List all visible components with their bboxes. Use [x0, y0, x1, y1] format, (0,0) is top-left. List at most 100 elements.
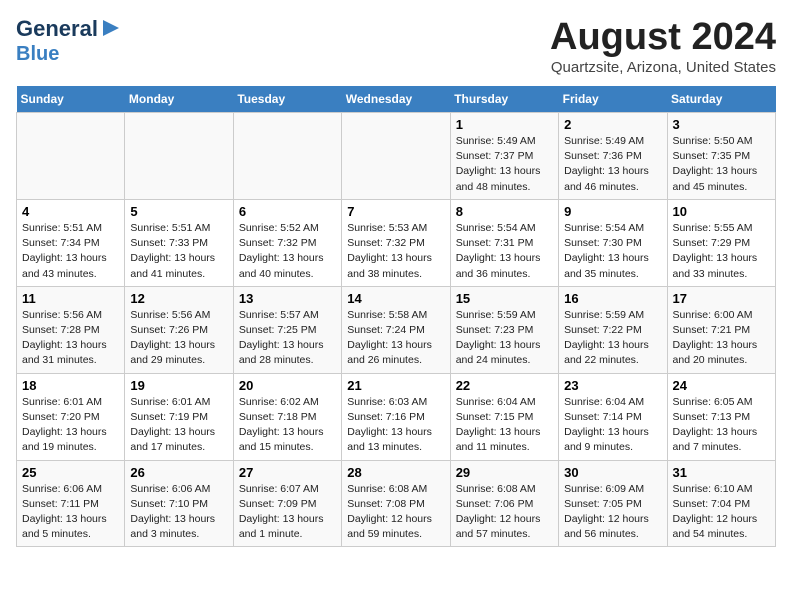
day-info: Sunrise: 5:58 AM Sunset: 7:24 PM Dayligh… — [347, 308, 444, 369]
day-number: 27 — [239, 465, 336, 480]
calendar-day-cell: 23Sunrise: 6:04 AM Sunset: 7:14 PM Dayli… — [559, 373, 667, 460]
calendar-table: SundayMondayTuesdayWednesdayThursdayFrid… — [16, 86, 776, 547]
day-number: 8 — [456, 204, 553, 219]
day-info: Sunrise: 5:56 AM Sunset: 7:26 PM Dayligh… — [130, 308, 227, 369]
day-info: Sunrise: 6:03 AM Sunset: 7:16 PM Dayligh… — [347, 395, 444, 456]
day-info: Sunrise: 6:04 AM Sunset: 7:15 PM Dayligh… — [456, 395, 553, 456]
calendar-day-cell: 1 Sunrise: 5:49 AM Sunset: 7:37 PM Daylig… — [450, 113, 558, 200]
logo-line1: General — [16, 17, 98, 41]
calendar-day-cell: 26Sunrise: 6:06 AM Sunset: 7:10 PM Dayli… — [125, 460, 233, 547]
calendar-week-row: 1 Sunrise: 5:49 AM Sunset: 7:37 PM Daylig… — [17, 113, 776, 200]
calendar-day-cell — [233, 113, 341, 200]
day-info: Sunrise: 6:08 AM Sunset: 7:06 PM Dayligh… — [456, 482, 553, 543]
calendar-week-row: 25 Sunrise: 6:06 AM Sunset: 7:11 PM Dayli… — [17, 460, 776, 547]
day-number: 30 — [564, 465, 661, 480]
calendar-day-cell: 28 Sunrise: 6:08 AM Sunset: 7:08 PM Dayli… — [342, 460, 450, 547]
day-info: Sunrise: 5:51 AM Sunset: 7:34 PM Dayligh… — [22, 221, 119, 282]
day-number: 25 — [22, 465, 119, 480]
calendar-day-cell: 10 Sunrise: 5:55 AM Sunset: 7:29 PM Dayli… — [667, 199, 775, 286]
calendar-day-cell: 20 Sunrise: 6:02 AM Sunset: 7:18 PM Dayli… — [233, 373, 341, 460]
day-info: Sunrise: 6:07 AM Sunset: 7:09 PM Dayligh… — [239, 482, 336, 543]
calendar-day-cell: 12 Sunrise: 5:56 AM Sunset: 7:26 PM Dayli… — [125, 286, 233, 373]
calendar-day-cell: 6Sunrise: 5:52 AM Sunset: 7:32 PM Daylig… — [233, 199, 341, 286]
day-number: 19 — [130, 378, 227, 393]
calendar-day-cell: 4 Sunrise: 5:51 AM Sunset: 7:34 PM Daylig… — [17, 199, 125, 286]
day-info: Sunrise: 6:08 AM Sunset: 7:08 PM Dayligh… — [347, 482, 444, 543]
calendar-day-cell: 11 Sunrise: 5:56 AM Sunset: 7:28 PM Dayli… — [17, 286, 125, 373]
logo: General Blue — [16, 16, 121, 65]
day-info: Sunrise: 5:50 AM Sunset: 7:35 PM Dayligh… — [673, 134, 770, 195]
day-number: 1 — [456, 117, 553, 132]
weekday-header: Sunday — [17, 86, 125, 113]
day-info: Sunrise: 5:51 AM Sunset: 7:33 PM Dayligh… — [130, 221, 227, 282]
day-number: 10 — [673, 204, 770, 219]
weekday-header: Monday — [125, 86, 233, 113]
day-info: Sunrise: 5:49 AM Sunset: 7:37 PM Dayligh… — [456, 134, 553, 195]
calendar-day-cell — [342, 113, 450, 200]
day-number: 20 — [239, 378, 336, 393]
calendar-day-cell: 29Sunrise: 6:08 AM Sunset: 7:06 PM Dayli… — [450, 460, 558, 547]
day-number: 17 — [673, 291, 770, 306]
calendar-day-cell: 8 Sunrise: 5:54 AM Sunset: 7:31 PM Daylig… — [450, 199, 558, 286]
day-number: 4 — [22, 204, 119, 219]
calendar-day-cell — [125, 113, 233, 200]
calendar-day-cell: 25 Sunrise: 6:06 AM Sunset: 7:11 PM Dayli… — [17, 460, 125, 547]
calendar-day-cell: 14 Sunrise: 5:58 AM Sunset: 7:24 PM Dayli… — [342, 286, 450, 373]
day-info: Sunrise: 5:55 AM Sunset: 7:29 PM Dayligh… — [673, 221, 770, 282]
calendar-week-row: 4 Sunrise: 5:51 AM Sunset: 7:34 PM Daylig… — [17, 199, 776, 286]
day-number: 6 — [239, 204, 336, 219]
day-info: Sunrise: 6:00 AM Sunset: 7:21 PM Dayligh… — [673, 308, 770, 369]
calendar-day-cell: 19 Sunrise: 6:01 AM Sunset: 7:19 PM Dayli… — [125, 373, 233, 460]
day-info: Sunrise: 6:02 AM Sunset: 7:18 PM Dayligh… — [239, 395, 336, 456]
day-number: 23 — [564, 378, 661, 393]
day-number: 14 — [347, 291, 444, 306]
day-info: Sunrise: 5:59 AM Sunset: 7:23 PM Dayligh… — [456, 308, 553, 369]
calendar-header: SundayMondayTuesdayWednesdayThursdayFrid… — [17, 86, 776, 113]
calendar-day-cell: 31Sunrise: 6:10 AM Sunset: 7:04 PM Dayli… — [667, 460, 775, 547]
calendar-day-cell: 30Sunrise: 6:09 AM Sunset: 7:05 PM Dayli… — [559, 460, 667, 547]
logo-line2: Blue — [16, 43, 59, 65]
calendar-day-cell: 9Sunrise: 5:54 AM Sunset: 7:30 PM Daylig… — [559, 199, 667, 286]
day-info: Sunrise: 6:06 AM Sunset: 7:11 PM Dayligh… — [22, 482, 119, 543]
day-info: Sunrise: 6:01 AM Sunset: 7:20 PM Dayligh… — [22, 395, 119, 456]
page-subtitle: Quartzsite, Arizona, United States — [550, 59, 776, 76]
day-number: 15 — [456, 291, 553, 306]
weekday-header: Thursday — [450, 86, 558, 113]
calendar-day-cell: 24Sunrise: 6:05 AM Sunset: 7:13 PM Dayli… — [667, 373, 775, 460]
calendar-day-cell — [17, 113, 125, 200]
calendar-day-cell: 21 Sunrise: 6:03 AM Sunset: 7:16 PM Dayli… — [342, 373, 450, 460]
day-number: 28 — [347, 465, 444, 480]
calendar-day-cell: 22 Sunrise: 6:04 AM Sunset: 7:15 PM Dayli… — [450, 373, 558, 460]
day-number: 3 — [673, 117, 770, 132]
day-number: 26 — [130, 465, 227, 480]
day-info: Sunrise: 5:49 AM Sunset: 7:36 PM Dayligh… — [564, 134, 661, 195]
day-info: Sunrise: 5:54 AM Sunset: 7:31 PM Dayligh… — [456, 221, 553, 282]
calendar-day-cell: 7 Sunrise: 5:53 AM Sunset: 7:32 PM Daylig… — [342, 199, 450, 286]
title-section: August 2024 Quartzsite, Arizona, United … — [550, 16, 776, 76]
day-number: 21 — [347, 378, 444, 393]
weekday-header: Wednesday — [342, 86, 450, 113]
day-number: 16 — [564, 291, 661, 306]
day-number: 11 — [22, 291, 119, 306]
logo-arrow-icon — [101, 18, 121, 38]
day-number: 12 — [130, 291, 227, 306]
day-info: Sunrise: 5:59 AM Sunset: 7:22 PM Dayligh… — [564, 308, 661, 369]
calendar-day-cell: 5Sunrise: 5:51 AM Sunset: 7:33 PM Daylig… — [125, 199, 233, 286]
calendar-day-cell: 2 Sunrise: 5:49 AM Sunset: 7:36 PM Daylig… — [559, 113, 667, 200]
day-number: 31 — [673, 465, 770, 480]
day-info: Sunrise: 5:53 AM Sunset: 7:32 PM Dayligh… — [347, 221, 444, 282]
calendar-day-cell: 17 Sunrise: 6:00 AM Sunset: 7:21 PM Dayli… — [667, 286, 775, 373]
calendar-day-cell: 27 Sunrise: 6:07 AM Sunset: 7:09 PM Dayli… — [233, 460, 341, 547]
day-info: Sunrise: 5:56 AM Sunset: 7:28 PM Dayligh… — [22, 308, 119, 369]
calendar-week-row: 18 Sunrise: 6:01 AM Sunset: 7:20 PM Dayli… — [17, 373, 776, 460]
day-number: 2 — [564, 117, 661, 132]
calendar-day-cell: 18 Sunrise: 6:01 AM Sunset: 7:20 PM Dayli… — [17, 373, 125, 460]
day-number: 18 — [22, 378, 119, 393]
day-info: Sunrise: 5:57 AM Sunset: 7:25 PM Dayligh… — [239, 308, 336, 369]
day-info: Sunrise: 6:01 AM Sunset: 7:19 PM Dayligh… — [130, 395, 227, 456]
calendar-week-row: 11 Sunrise: 5:56 AM Sunset: 7:28 PM Dayli… — [17, 286, 776, 373]
day-number: 24 — [673, 378, 770, 393]
day-number: 22 — [456, 378, 553, 393]
day-number: 7 — [347, 204, 444, 219]
day-info: Sunrise: 5:54 AM Sunset: 7:30 PM Dayligh… — [564, 221, 661, 282]
